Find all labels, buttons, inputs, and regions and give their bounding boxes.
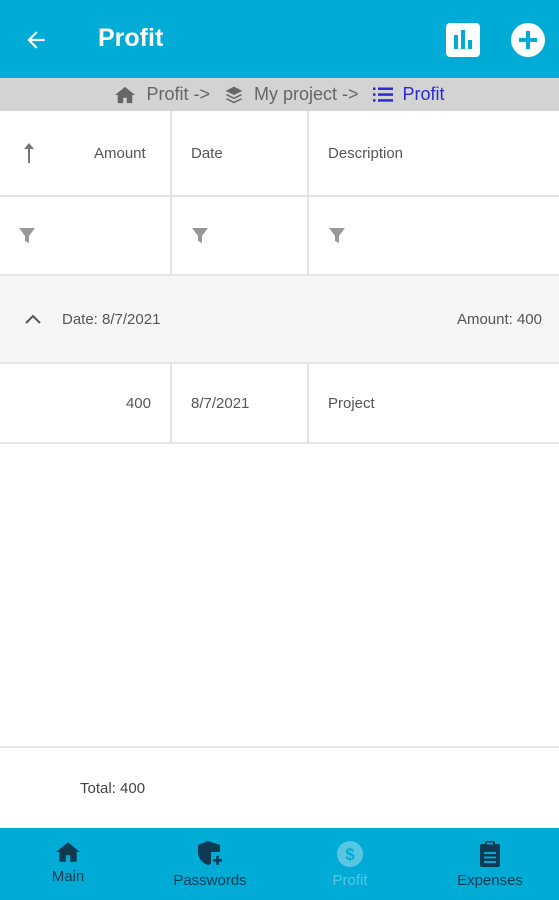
table-row[interactable]: 400 8/7/2021 Project <box>0 364 559 444</box>
list-icon <box>372 87 393 102</box>
breadcrumb-label: Profit <box>402 84 445 104</box>
filter-icon <box>19 227 35 243</box>
clipboard-icon <box>480 841 500 867</box>
nav-item-main[interactable]: Main <box>28 828 108 900</box>
group-row[interactable]: Date: 8/7/2021 Amount: 400 <box>0 276 559 364</box>
column-divider <box>170 111 172 195</box>
app-bar: Profit <box>0 0 559 78</box>
breadcrumb-item-current: Profit <box>372 84 445 105</box>
breadcrumb-label: My project -> <box>253 84 359 104</box>
column-divider <box>170 197 172 274</box>
filter-icon <box>192 227 208 243</box>
nav-label: Main <box>51 868 85 885</box>
group-collapse-button[interactable] <box>24 276 42 362</box>
filter-date-button[interactable] <box>191 197 209 274</box>
breadcrumb-label: Profit -> <box>146 84 210 104</box>
breadcrumb-item-my-project[interactable]: My project -> <box>224 84 367 105</box>
group-label: Date: 8/7/2021 <box>62 310 161 328</box>
bottom-nav: Main Passwords $ Profit Expenses <box>0 828 559 900</box>
grid-header-row: Amount Date Description <box>0 111 559 197</box>
nav-item-passwords[interactable]: Passwords <box>160 828 260 900</box>
cell-amount: 400 <box>125 394 151 412</box>
filter-amount-button[interactable] <box>18 197 36 274</box>
column-divider <box>307 364 309 442</box>
total-summary: Total: 400 <box>80 780 146 797</box>
grid-filter-row <box>0 197 559 276</box>
column-header-date[interactable]: Date <box>191 111 223 195</box>
nav-label: Passwords <box>173 872 247 889</box>
column-header-description[interactable]: Description <box>328 111 403 195</box>
nav-item-profit[interactable]: $ Profit <box>310 828 390 900</box>
chevron-up-icon <box>25 314 41 324</box>
nav-label: Expenses <box>457 872 523 889</box>
sort-arrow-up-icon <box>24 143 34 163</box>
home-icon <box>115 86 136 103</box>
svg-text:$: $ <box>345 845 355 864</box>
filter-description-button[interactable] <box>328 197 346 274</box>
arrow-left-icon <box>27 31 45 49</box>
bar-chart-icon <box>446 23 480 57</box>
column-divider <box>307 197 309 274</box>
nav-item-expenses[interactable]: Expenses <box>450 828 530 900</box>
column-divider <box>307 111 309 195</box>
nav-label: Profit <box>332 872 368 889</box>
cell-date: 8/7/2021 <box>191 394 250 412</box>
layers-icon <box>225 86 243 103</box>
dollar-circle-icon: $ <box>337 841 363 867</box>
page-title: Profit <box>98 24 164 52</box>
breadcrumb-item-profit[interactable]: Profit -> <box>114 84 218 105</box>
home-icon <box>56 842 80 862</box>
cell-description: Project <box>328 394 375 412</box>
chart-button[interactable] <box>445 22 481 58</box>
add-button[interactable] <box>510 22 546 58</box>
breadcrumb: Profit -> My project -> Profit <box>0 78 559 111</box>
grid-footer: Total: 400 <box>0 746 559 828</box>
sort-button[interactable] <box>22 111 36 195</box>
plus-circle-icon <box>511 23 545 57</box>
group-summary: Amount: 400 <box>456 310 542 328</box>
shield-plus-icon <box>198 841 222 865</box>
column-header-amount[interactable]: Amount <box>94 111 146 195</box>
column-divider <box>170 364 172 442</box>
back-button[interactable] <box>18 22 54 58</box>
filter-icon <box>329 227 345 243</box>
